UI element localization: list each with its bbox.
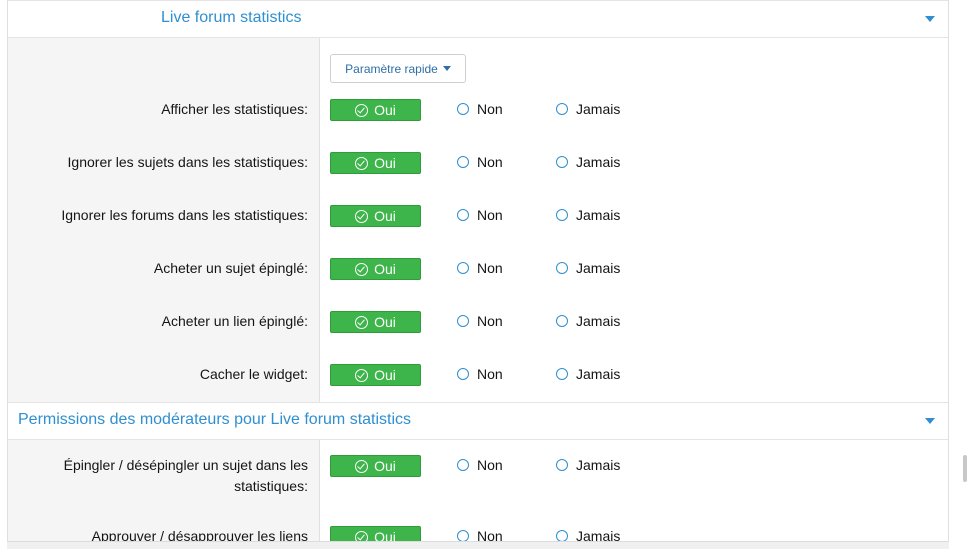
oui-button[interactable]: Oui bbox=[330, 152, 421, 174]
radio-circle-icon bbox=[556, 368, 568, 380]
radio-circle-icon bbox=[556, 262, 568, 274]
radio-circle-icon bbox=[556, 209, 568, 221]
radio-circle-icon bbox=[457, 459, 469, 471]
non-radio[interactable]: Non bbox=[457, 457, 503, 473]
jamais-label: Jamais bbox=[576, 457, 621, 473]
jamais-label: Jamais bbox=[576, 101, 621, 117]
jamais-radio[interactable]: Jamais bbox=[556, 101, 620, 117]
section-header-live-forum-statistics[interactable]: Live forum statistics bbox=[8, 0, 948, 38]
non-label: Non bbox=[477, 366, 503, 382]
jamais-label: Jamais bbox=[576, 207, 621, 223]
oui-label: Oui bbox=[374, 367, 396, 383]
check-circle-icon bbox=[355, 209, 369, 223]
oui-button[interactable]: Oui bbox=[330, 258, 421, 280]
radio-circle-icon bbox=[457, 103, 469, 115]
oui-label: Oui bbox=[374, 102, 396, 118]
non-radio[interactable]: Non bbox=[457, 313, 503, 329]
row-label: Cacher le widget: bbox=[199, 366, 308, 382]
non-radio[interactable]: Non bbox=[457, 366, 503, 382]
section-body-moderator-permissions: Épingler / désépingler un sujet dans les… bbox=[8, 440, 948, 548]
non-label: Non bbox=[477, 457, 503, 473]
radio-circle-icon bbox=[457, 156, 469, 168]
permission-row: Acheter un lien épinglé: Oui Non Jamais bbox=[8, 311, 948, 341]
oui-label: Oui bbox=[374, 261, 396, 277]
check-circle-icon bbox=[355, 315, 369, 329]
jamais-radio[interactable]: Jamais bbox=[556, 207, 620, 223]
check-circle-icon bbox=[355, 262, 369, 276]
check-circle-icon bbox=[355, 368, 369, 382]
non-label: Non bbox=[477, 207, 503, 223]
jamais-label: Jamais bbox=[576, 366, 621, 382]
radio-circle-icon bbox=[556, 315, 568, 327]
permissions-panel: Live forum statistics Paramètre rapide A… bbox=[7, 0, 949, 548]
section-header-moderator-permissions[interactable]: Permissions des modérateurs pour Live fo… bbox=[8, 402, 948, 440]
jamais-radio[interactable]: Jamais bbox=[556, 154, 620, 170]
jamais-radio[interactable]: Jamais bbox=[556, 366, 620, 382]
non-label: Non bbox=[477, 101, 503, 117]
quick-settings-button[interactable]: Paramètre rapide bbox=[330, 54, 466, 83]
permission-row: Ignorer les sujets dans les statistiques… bbox=[8, 152, 948, 182]
jamais-label: Jamais bbox=[576, 313, 621, 329]
oui-button[interactable]: Oui bbox=[330, 99, 421, 121]
radio-circle-icon bbox=[457, 262, 469, 274]
radio-circle-icon bbox=[556, 156, 568, 168]
non-radio[interactable]: Non bbox=[457, 101, 503, 117]
non-radio[interactable]: Non bbox=[457, 260, 503, 276]
non-radio[interactable]: Non bbox=[457, 154, 503, 170]
row-label: Ignorer les sujets dans les statistiques… bbox=[67, 154, 308, 170]
quick-settings-label: Paramètre rapide bbox=[345, 61, 438, 76]
radio-circle-icon bbox=[457, 315, 469, 327]
scrollbar-thumb[interactable] bbox=[963, 455, 967, 482]
row-label: Afficher les statistiques: bbox=[161, 101, 308, 117]
radio-circle-icon bbox=[556, 459, 568, 471]
dropdown-caret-icon bbox=[442, 66, 451, 71]
radio-circle-icon bbox=[457, 209, 469, 221]
check-circle-icon bbox=[355, 459, 369, 473]
check-circle-icon bbox=[355, 156, 369, 170]
jamais-radio[interactable]: Jamais bbox=[556, 313, 620, 329]
permission-row: Épingler / désépingler un sujet dans les… bbox=[8, 455, 948, 499]
oui-label: Oui bbox=[374, 314, 396, 330]
row-label-line2: statistiques: bbox=[234, 478, 308, 494]
oui-button[interactable]: Oui bbox=[330, 311, 421, 333]
permission-row: Ignorer les forums dans les statistiques… bbox=[8, 205, 948, 235]
jamais-radio[interactable]: Jamais bbox=[556, 260, 620, 276]
radio-circle-icon bbox=[556, 103, 568, 115]
section-body-live-forum-statistics: Paramètre rapide Afficher les statistiqu… bbox=[8, 38, 948, 402]
oui-button[interactable]: Oui bbox=[330, 364, 421, 386]
permission-row: Cacher le widget: Oui Non Jamais bbox=[8, 364, 948, 394]
oui-button[interactable]: Oui bbox=[330, 205, 421, 227]
caret-down-icon[interactable] bbox=[925, 418, 935, 424]
jamais-radio[interactable]: Jamais bbox=[556, 457, 620, 473]
non-radio[interactable]: Non bbox=[457, 207, 503, 223]
non-label: Non bbox=[477, 313, 503, 329]
oui-label: Oui bbox=[374, 155, 396, 171]
radio-circle-icon bbox=[457, 368, 469, 380]
permission-row: Afficher les statistiques: Oui Non Jamai… bbox=[8, 99, 948, 129]
jamais-label: Jamais bbox=[576, 260, 621, 276]
row-label-line1: Épingler / désépingler un sujet dans les bbox=[63, 457, 308, 473]
row-label: Acheter un sujet épinglé: bbox=[153, 260, 308, 276]
section-title: Permissions des modérateurs pour Live fo… bbox=[18, 411, 412, 428]
jamais-label: Jamais bbox=[576, 154, 621, 170]
non-label: Non bbox=[477, 260, 503, 276]
row-label: Ignorer les forums dans les statistiques… bbox=[61, 207, 308, 223]
permission-row: Acheter un sujet épinglé: Oui Non Jamais bbox=[8, 258, 948, 288]
check-circle-icon bbox=[355, 103, 369, 117]
caret-down-icon[interactable] bbox=[925, 16, 935, 22]
row-label: Épingler / désépingler un sujet dans les… bbox=[8, 455, 308, 497]
non-label: Non bbox=[477, 154, 503, 170]
oui-label: Oui bbox=[374, 208, 396, 224]
oui-label: Oui bbox=[374, 458, 396, 474]
row-label: Acheter un lien épinglé: bbox=[161, 313, 308, 329]
section-title: Live forum statistics bbox=[161, 9, 302, 26]
oui-button[interactable]: Oui bbox=[330, 455, 421, 477]
